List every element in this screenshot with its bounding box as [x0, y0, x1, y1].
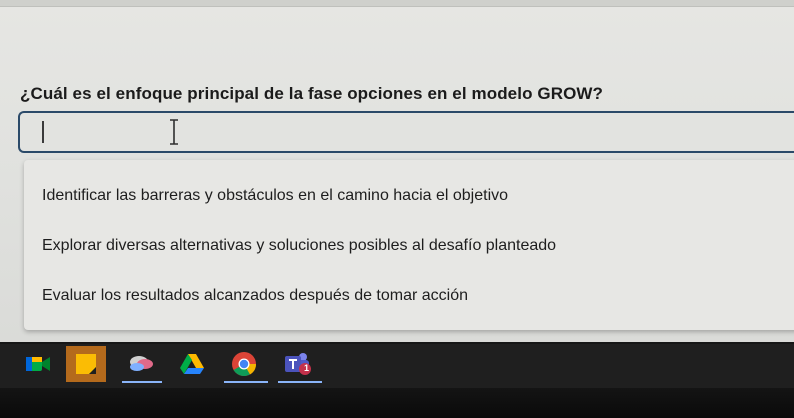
screen-bezel	[0, 388, 794, 418]
answer-input[interactable]	[18, 111, 794, 153]
answer-options-dropdown: Identificar las barreras y obstáculos en…	[24, 160, 794, 330]
google-drive-icon[interactable]	[172, 346, 212, 382]
option-1[interactable]: Identificar las barreras y obstáculos en…	[24, 173, 794, 221]
chrome-icon[interactable]	[224, 346, 264, 382]
app-running-indicator	[224, 381, 268, 383]
blossom-app-icon[interactable]	[122, 346, 162, 382]
option-2[interactable]: Explorar diversas alternativas y solucio…	[24, 223, 794, 271]
option-label: Identificar las barreras y obstáculos en…	[42, 187, 509, 204]
app-running-indicator	[278, 381, 322, 383]
quiz-page: ¿Cuál es el enfoque principal de la fase…	[0, 0, 794, 342]
taskbar-shelf	[0, 344, 794, 388]
app-running-indicator	[122, 381, 162, 383]
notification-badge: 1	[304, 363, 310, 373]
microsoft-teams-icon[interactable]: 1	[278, 346, 318, 382]
text-cursor-icon	[170, 119, 178, 145]
google-meet-icon[interactable]	[18, 346, 58, 382]
text-caret	[42, 121, 44, 143]
option-3[interactable]: Evaluar los resultados alcanzados despué…	[24, 273, 794, 321]
google-keep-icon[interactable]	[66, 346, 106, 382]
option-label: Explorar diversas alternativas y solucio…	[42, 237, 557, 254]
question-text: ¿Cuál es el enfoque principal de la fase…	[20, 84, 604, 103]
top-divider	[0, 0, 794, 7]
option-label: Evaluar los resultados alcanzados despué…	[42, 287, 469, 304]
